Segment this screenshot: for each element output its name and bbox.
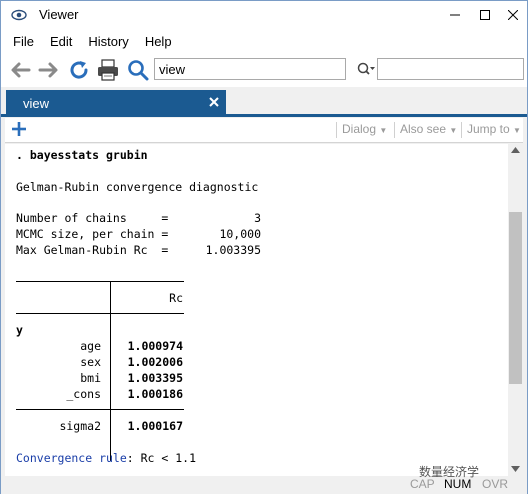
tab-underline [1,114,527,117]
stat-label: Max Gelman-Rubin Rc = [16,243,169,257]
jump-to-dropdown[interactable]: Jump to ▼ [467,122,521,136]
minimize-icon [450,14,460,16]
chevron-down-icon: ▼ [449,126,458,135]
table-top-rule [16,281,184,282]
table-mid-rule [16,409,184,410]
stat-value: 10,000 [219,227,261,241]
separator [336,122,337,138]
table-row-value: 1.003395 [127,371,183,385]
window-title: Viewer [39,7,79,22]
tab-strip: view [1,87,527,117]
table-row-name: age [80,339,101,353]
stat-label: Number of chains = [16,211,169,225]
table-row-name: bmi [80,371,101,385]
stat-value: 1.003395 [205,243,261,257]
stat-value: 3 [254,211,261,225]
convergence-rule-text: : Rc < 1.1 [126,451,197,465]
also-see-label: Also see [400,122,447,136]
minimize-button[interactable] [445,5,465,25]
dialog-label: Dialog [342,122,377,136]
command-line: . bayesstats grubin [16,148,148,162]
close-tab-icon[interactable] [207,95,221,109]
search-icon[interactable] [126,58,150,82]
menu-edit[interactable]: Edit [42,34,80,49]
forward-arrow-icon[interactable] [37,58,61,82]
table-row-value: 1.000186 [127,387,183,401]
address-input[interactable] [154,58,346,80]
convergence-rule-line: Convergence rule: Rc < 1.1 [16,450,196,466]
ovr-indicator: OVR [482,477,509,491]
maximize-button[interactable] [475,5,495,25]
table-header-rule [16,313,184,314]
also-see-dropdown[interactable]: Also see ▼ [400,122,457,136]
menu-history[interactable]: History [80,34,136,49]
search-options-icon[interactable] [356,61,376,77]
title-bar: Viewer [1,1,527,29]
back-arrow-icon[interactable] [8,58,32,82]
stat-label: MCMC size, per chain = [16,227,169,241]
chevron-down-icon: ▼ [513,126,521,135]
scrollbar-thumb[interactable] [509,212,522,384]
menu-help[interactable]: Help [137,34,180,49]
watermark-text: 数量经济学 [419,465,480,479]
convergence-rule-link[interactable]: Convergence rule [16,451,127,465]
table-row-name: sex [80,355,101,369]
table-column-rule [110,281,111,461]
separator [394,122,395,138]
vertical-scrollbar[interactable] [508,144,523,476]
table-row-name: _cons [66,387,101,401]
table-row-value: 1.000974 [127,339,183,353]
scroll-down-icon[interactable] [511,466,520,472]
scroll-up-icon[interactable] [511,147,520,153]
print-icon[interactable] [96,58,120,82]
separator [461,122,462,138]
output-heading: Gelman-Rubin convergence diagnostic [16,180,259,194]
new-tab-plus-icon[interactable] [10,120,28,138]
tab-view[interactable]: view [6,90,226,117]
find-input[interactable] [377,58,524,80]
table-column-header: Rc [169,291,183,305]
table-group-label: y [16,323,23,337]
viewer-toolbar: Dialog ▼ Also see ▼ Jump to ▼ [5,118,523,143]
table-row-name: sigma2 [59,419,101,433]
dialog-dropdown[interactable]: Dialog ▼ [342,122,387,136]
menu-file[interactable]: File [5,34,42,49]
output-pane: . bayesstats grubin Gelman-Rubin converg… [5,144,508,476]
eye-icon [11,9,27,21]
table-row-value: 1.002006 [127,355,183,369]
jump-to-label: Jump to [467,122,510,136]
table-row-value: 1.000167 [127,419,183,433]
maximize-icon [480,10,490,20]
close-window-button[interactable] [503,5,523,25]
close-icon [508,10,518,20]
tab-label: view [23,96,50,111]
refresh-icon[interactable] [67,58,91,82]
chevron-down-icon: ▼ [379,126,388,135]
menu-bar: File Edit History Help [1,29,527,53]
viewer-window: Viewer File Edit History Help view view … [0,0,528,494]
